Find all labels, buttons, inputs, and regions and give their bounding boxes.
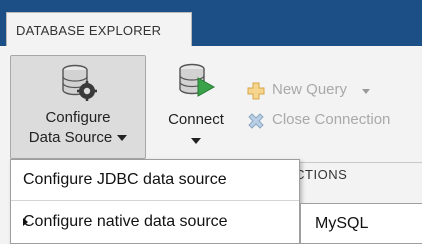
tab-database-explorer[interactable]: DATABASE EXPLORER (6, 12, 192, 46)
chevron-down-icon (191, 138, 201, 144)
configure-label-line1: Configure (45, 109, 111, 126)
configure-data-source-button[interactable]: Configure Data Source (10, 55, 146, 159)
menu-item-configure-native[interactable]: Configure native data source (11, 201, 299, 244)
menu-item-configure-jdbc[interactable]: Configure JDBC data source (11, 160, 299, 200)
close-connection-icon (248, 113, 264, 129)
database-gear-icon (62, 64, 97, 101)
chevron-down-icon (117, 135, 128, 142)
native-data-source-submenu: MySQL (300, 203, 422, 244)
menu-item-label: Configure JDBC data source (23, 171, 227, 188)
database-connect-icon (179, 63, 216, 97)
new-query-button[interactable]: New Query (246, 80, 422, 102)
configure-label-line2: Data Source (28, 129, 113, 146)
new-query-label: New Query (272, 81, 348, 98)
menu-item-label: Configure native data source (23, 213, 228, 230)
connect-label: Connect (168, 111, 224, 128)
close-connection-label: Close Connection (272, 111, 391, 128)
chevron-right-icon (23, 218, 28, 226)
chevron-down-icon (362, 89, 370, 94)
configure-label-line2-row: Data Source (11, 128, 145, 147)
submenu-item-mysql[interactable]: MySQL (315, 215, 368, 233)
tab-label: DATABASE EXPLORER (16, 23, 162, 38)
close-connection-button[interactable]: Close Connection (246, 110, 422, 132)
configure-data-source-menu: Configure JDBC data source Configure nat… (10, 159, 300, 244)
connect-button[interactable]: Connect (156, 55, 236, 159)
new-query-icon (247, 82, 265, 100)
